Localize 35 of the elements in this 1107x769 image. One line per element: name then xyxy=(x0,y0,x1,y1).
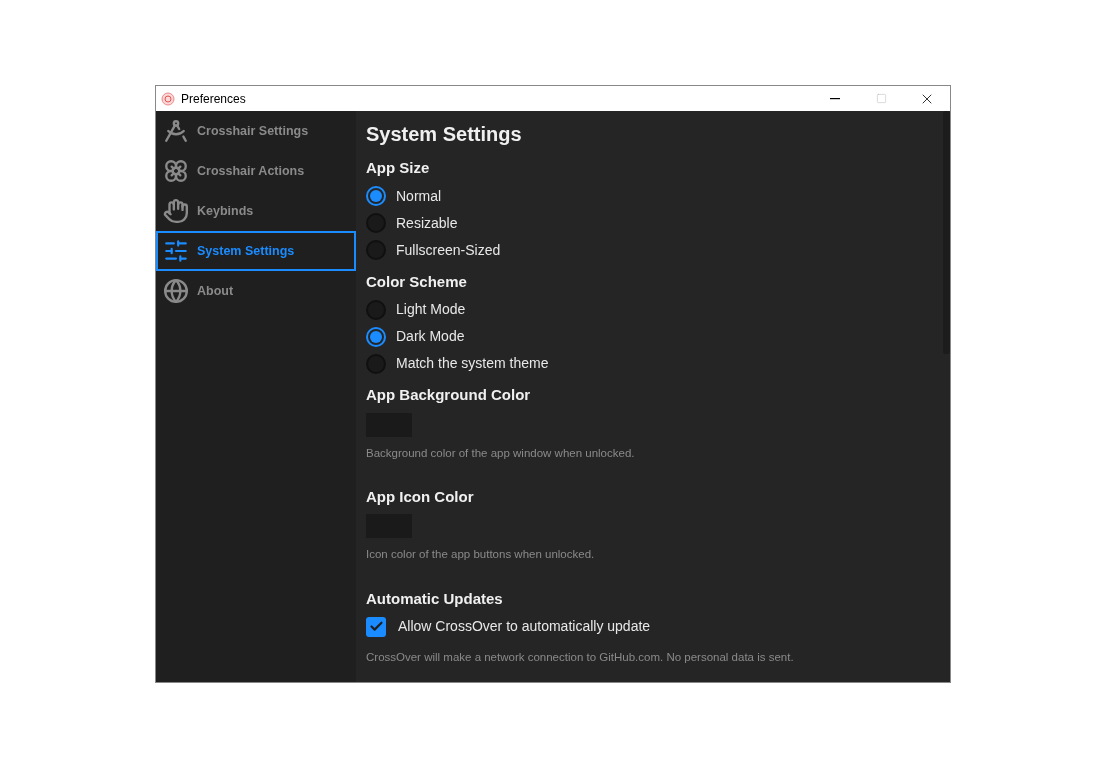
radio-label: Normal xyxy=(396,186,442,206)
section-heading: Color Scheme xyxy=(366,271,468,292)
sidebar-item[interactable]: Crosshair Settings xyxy=(156,111,356,151)
section-heading: Automatic Updates xyxy=(366,588,504,609)
hint-text: Icon color of the app buttons when unlocked. xyxy=(366,547,596,563)
app-logo-icon xyxy=(161,91,175,106)
radio-label: Fullscreen-Sized xyxy=(396,240,501,260)
checkbox-label: Allow CrossOver to automatically update xyxy=(398,617,651,636)
maximize-icon xyxy=(875,93,887,104)
sidebar-item[interactable]: System Settings xyxy=(156,231,356,271)
section-heading: App Background Color xyxy=(366,385,532,405)
sliders-icon xyxy=(163,238,189,264)
radio-label: Match the system theme xyxy=(396,354,549,373)
hand-icon xyxy=(163,198,189,224)
page-title: System Settings xyxy=(366,122,523,147)
section-heading: App Size xyxy=(366,158,431,178)
section-heading: App Icon Color xyxy=(366,486,475,507)
window-title: Preferences xyxy=(181,90,246,108)
radio-button[interactable] xyxy=(366,186,386,206)
radio-button[interactable] xyxy=(366,326,386,347)
compass-icon xyxy=(163,118,189,144)
radio-label: Resizable xyxy=(396,213,458,233)
checkbox[interactable] xyxy=(366,616,386,637)
minimize-icon xyxy=(830,97,840,100)
sidebar-item[interactable]: Crosshair Actions xyxy=(156,151,356,191)
sidebar-item[interactable]: Keybinds xyxy=(156,191,356,231)
hint-text: CrossOver will make a network connection to GitHub.com. No personal data is sent. xyxy=(366,650,795,665)
sidebar-item[interactable]: About xyxy=(156,271,356,311)
flower-icon xyxy=(163,158,189,184)
radio-label: Light Mode xyxy=(396,300,466,319)
globe-icon xyxy=(163,278,189,304)
check-icon xyxy=(368,619,384,634)
hint-text: Background color of the app window when unlocked. xyxy=(366,445,636,461)
scrollbar[interactable] xyxy=(943,111,950,354)
radio-label: Dark Mode xyxy=(396,327,465,346)
